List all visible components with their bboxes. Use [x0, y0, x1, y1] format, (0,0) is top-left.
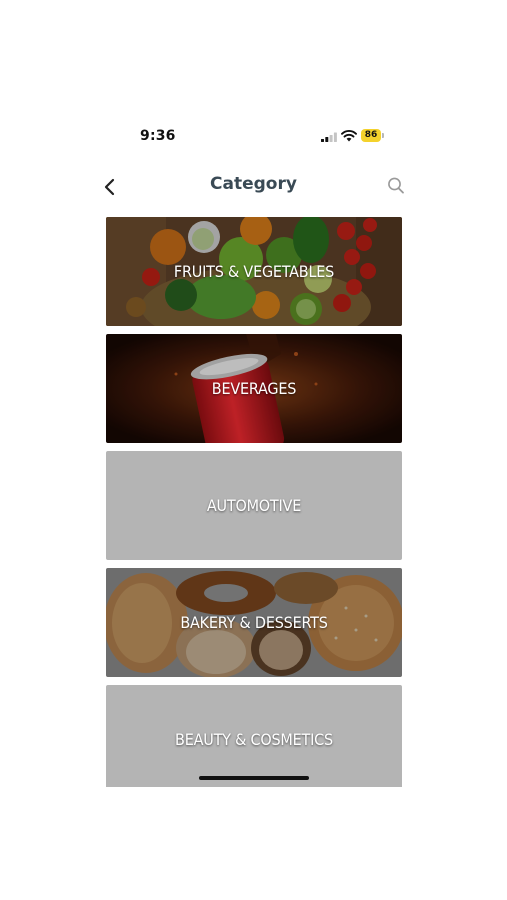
cellular-signal-icon [321, 132, 337, 142]
nav-header: Category [100, 170, 407, 204]
search-icon[interactable] [385, 174, 407, 198]
category-list: FRUITS & VEGETABLES BEVERAGES AUTOMOTIVE… [106, 217, 402, 787]
category-label: BEAUTY & COSMETICS [175, 730, 333, 749]
category-label: BEVERAGES [211, 379, 297, 398]
category-card-beverages[interactable]: BEVERAGES [106, 334, 402, 443]
battery-indicator: 86 [361, 129, 384, 142]
category-label: AUTOMOTIVE [206, 496, 302, 515]
status-time: 9:36 [140, 128, 176, 144]
page-title: Category [210, 174, 297, 194]
category-card-beauty-cosmetics[interactable]: BEAUTY & COSMETICS [106, 685, 402, 787]
app-screen: 9:36 86 Category FRUITS & VEGETABLES BEV… [0, 0, 507, 900]
wifi-icon [341, 129, 357, 142]
category-card-bakery-desserts[interactable]: BAKERY & DESSERTS [106, 568, 402, 677]
category-label: FRUITS & VEGETABLES [173, 262, 335, 281]
category-card-automotive[interactable]: AUTOMOTIVE [106, 451, 402, 560]
category-label: BAKERY & DESSERTS [180, 613, 328, 632]
category-card-fruits-vegetables[interactable]: FRUITS & VEGETABLES [106, 217, 402, 326]
status-bar: 9:36 86 [0, 124, 507, 148]
